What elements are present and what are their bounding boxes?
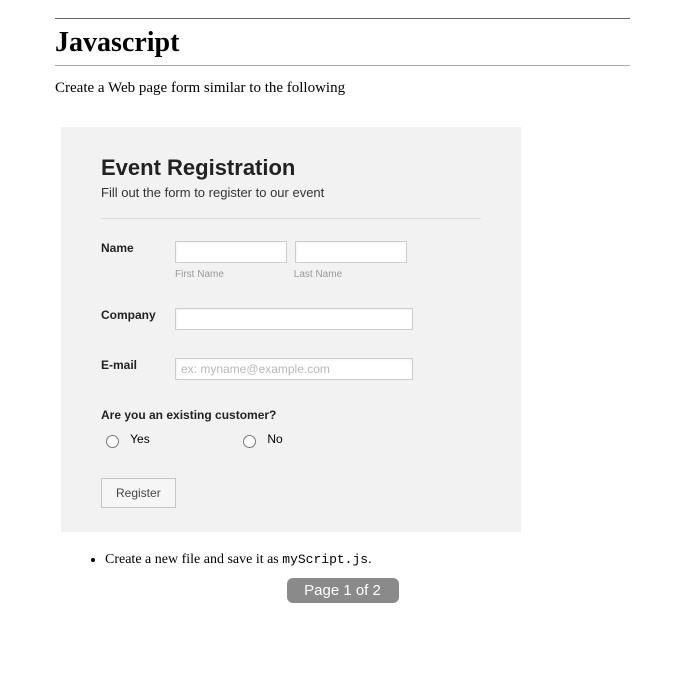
radio-group-customer: Yes No bbox=[101, 432, 481, 448]
form-heading: Event Registration bbox=[101, 155, 481, 181]
rule-top bbox=[55, 18, 630, 19]
document-page: Javascript Create a Web page form simila… bbox=[0, 0, 685, 613]
name-sublabels: First Name Last Name bbox=[175, 269, 411, 280]
step1-suffix: . bbox=[368, 552, 372, 567]
name-inputs: First Name Last Name bbox=[175, 241, 411, 280]
list-item: Create a new file and save it as myScrip… bbox=[105, 552, 630, 568]
rule-under-title bbox=[55, 65, 630, 66]
radio-option-no: No bbox=[238, 432, 283, 448]
step1-prefix: Create a new file and save it as bbox=[105, 552, 282, 567]
sublabel-last-name: Last Name bbox=[294, 269, 342, 280]
row-email: E-mail bbox=[101, 358, 481, 380]
step1-code: myScript.js bbox=[282, 552, 368, 567]
row-customer-question: Are you an existing customer? Yes No bbox=[101, 408, 481, 448]
label-name: Name bbox=[101, 241, 171, 255]
company-input[interactable] bbox=[175, 308, 413, 330]
radio-yes-label: Yes bbox=[130, 432, 150, 446]
form-subheading: Fill out the form to register to our eve… bbox=[101, 185, 481, 200]
register-button[interactable]: Register bbox=[101, 478, 176, 508]
first-name-input[interactable] bbox=[175, 241, 287, 263]
radio-no-label: No bbox=[267, 432, 282, 446]
radio-option-yes: Yes bbox=[101, 432, 150, 448]
instruction-text: Create a Web page form similar to the fo… bbox=[55, 80, 630, 97]
sublabel-first-name: First Name bbox=[175, 269, 291, 280]
label-company: Company bbox=[101, 308, 171, 322]
page-indicator-badge: Page 1 of 2 bbox=[287, 578, 399, 603]
row-company: Company bbox=[101, 308, 481, 330]
row-name: Name First Name Last Name bbox=[101, 241, 481, 280]
form-card: Event Registration Fill out the form to … bbox=[61, 127, 521, 532]
label-email: E-mail bbox=[101, 358, 171, 372]
email-input[interactable] bbox=[175, 358, 413, 380]
steps-list: Create a new file and save it as myScrip… bbox=[85, 552, 630, 568]
radio-yes-input[interactable] bbox=[106, 435, 119, 448]
page-title: Javascript bbox=[55, 27, 630, 61]
radio-no-input[interactable] bbox=[243, 435, 256, 448]
label-customer-question: Are you an existing customer? bbox=[101, 408, 481, 422]
last-name-input[interactable] bbox=[295, 241, 407, 263]
form-divider bbox=[101, 218, 481, 219]
